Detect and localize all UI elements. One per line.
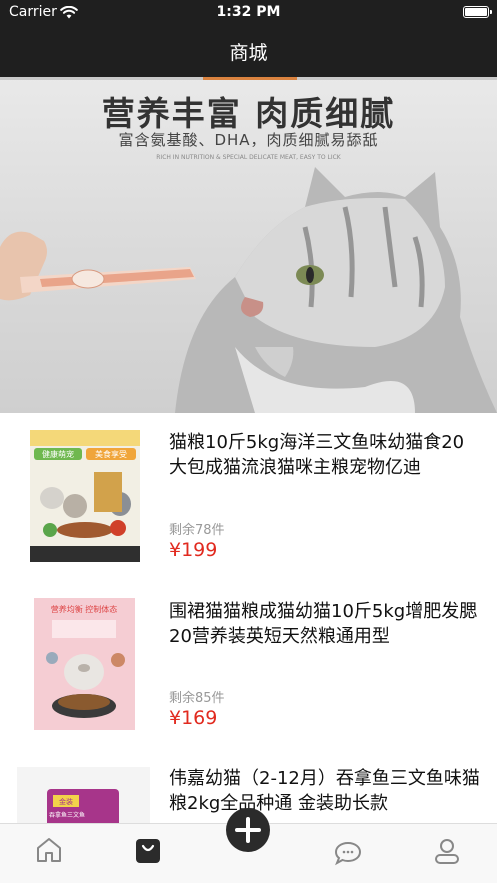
shop-bag-icon[interactable] [135, 838, 161, 864]
product-thumbnail[interactable]: 营养均衡 控制体态 [34, 598, 135, 730]
product-stock: 剩余85件 [169, 691, 225, 706]
thumb-text-1: 营养均衡 控制体态 [51, 604, 118, 614]
status-bar: Carrier 1:32 PM [0, 0, 497, 26]
page-title: 商城 [229, 42, 268, 64]
product-item[interactable]: 健康萌宠 美食享受 猫粮10斤5kg海洋三文鱼味幼猫食20大包成猫流浪猫咪主粮宠… [0, 413, 497, 588]
cat-photo [175, 167, 497, 413]
battery-icon [463, 6, 492, 18]
thumb-text-2: 美食享受 [95, 449, 127, 459]
product-price: ¥199 [169, 539, 218, 561]
product-stock: 剩余78件 [169, 523, 225, 538]
plus-icon [235, 817, 261, 843]
banner-headline: 营养丰富 肉质细腻 [101, 94, 396, 133]
home-icon[interactable] [36, 836, 62, 864]
add-button[interactable] [226, 808, 270, 852]
product-thumbnail[interactable]: 健康萌宠 美食享受 [30, 430, 140, 562]
banner-accent-bar [203, 77, 297, 80]
user-icon[interactable] [433, 838, 461, 866]
product-thumbnail[interactable]: 金装 吞拿鱼三文鱼 [17, 767, 150, 827]
navigation-bar: 商城 [0, 26, 497, 77]
chat-bubble-icon[interactable] [334, 840, 362, 866]
product-item[interactable]: 营养均衡 控制体态 围裙猫猫粮成猫幼猫10斤5kg增肥发腮20营养装英短天然粮通… [0, 588, 497, 763]
thumb-text-1: 健康萌宠 [42, 449, 74, 459]
product-name[interactable]: 猫粮10斤5kg海洋三文鱼味幼猫食20大包成猫流浪猫咪主粮宠物亿迪 [169, 430, 481, 480]
product-name[interactable]: 伟嘉幼猫（2-12月）吞拿鱼三文鱼味猫粮2kg全品种通 金装助长款 [169, 766, 481, 816]
banner-carousel[interactable]: 营养丰富 肉质细腻 富含氨基酸、DHA，肉质细腻易舔舐 RICH IN NUTR… [0, 77, 497, 413]
clock: 1:32 PM [216, 4, 281, 20]
thumb-text-1: 金装 [59, 797, 73, 806]
thumb-text-2: 吞拿鱼三文鱼 [49, 811, 85, 819]
product-price: ¥169 [169, 707, 218, 729]
product-name[interactable]: 围裙猫猫粮成猫幼猫10斤5kg增肥发腮20营养装英短天然粮通用型 [169, 599, 481, 649]
banner-fine-print: RICH IN NUTRITION & SPECIAL DELICATE MEA… [156, 154, 341, 161]
banner-subheadline: 富含氨基酸、DHA，肉质细腻易舔舐 [118, 131, 379, 149]
